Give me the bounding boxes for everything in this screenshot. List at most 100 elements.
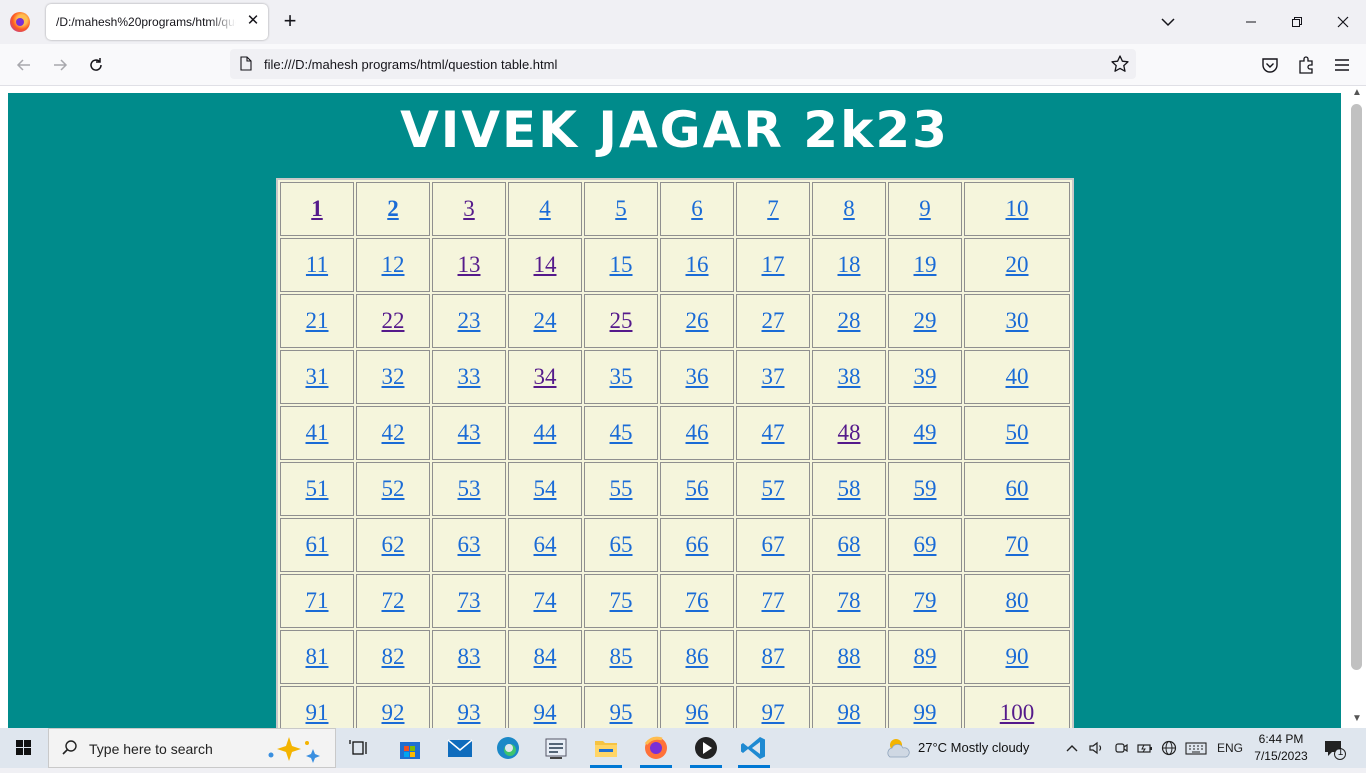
- scroll-up-icon[interactable]: ▲: [1348, 86, 1366, 100]
- question-link-97[interactable]: 97: [762, 700, 785, 725]
- language-indicator[interactable]: ENG: [1214, 738, 1246, 758]
- question-link-12[interactable]: 12: [382, 252, 405, 277]
- question-link-46[interactable]: 46: [686, 420, 709, 445]
- question-link-98[interactable]: 98: [838, 700, 861, 725]
- question-link-34[interactable]: 34: [534, 364, 557, 389]
- question-link-82[interactable]: 82: [382, 644, 405, 669]
- battery-charging-icon[interactable]: [1136, 738, 1154, 758]
- question-link-54[interactable]: 54: [534, 476, 557, 501]
- mail-button[interactable]: [436, 728, 484, 768]
- minimize-button[interactable]: [1239, 10, 1263, 34]
- close-window-button[interactable]: [1331, 10, 1355, 34]
- question-link-55[interactable]: 55: [610, 476, 633, 501]
- question-link-92[interactable]: 92: [382, 700, 405, 725]
- new-tab-button[interactable]: +: [278, 10, 302, 34]
- question-link-51[interactable]: 51: [306, 476, 329, 501]
- chevron-down-icon[interactable]: [1158, 12, 1178, 32]
- question-link-1[interactable]: 1: [311, 196, 323, 221]
- question-link-30[interactable]: 30: [1006, 308, 1029, 333]
- question-link-3[interactable]: 3: [463, 196, 475, 221]
- media-player-button[interactable]: [682, 728, 730, 768]
- question-link-64[interactable]: 64: [534, 532, 557, 557]
- question-link-47[interactable]: 47: [762, 420, 785, 445]
- question-link-65[interactable]: 65: [610, 532, 633, 557]
- star-icon[interactable]: [1110, 54, 1130, 74]
- question-link-90[interactable]: 90: [1006, 644, 1029, 669]
- question-link-17[interactable]: 17: [762, 252, 785, 277]
- question-link-81[interactable]: 81: [306, 644, 329, 669]
- question-link-36[interactable]: 36: [686, 364, 709, 389]
- question-link-88[interactable]: 88: [838, 644, 861, 669]
- reload-button[interactable]: [84, 53, 108, 77]
- question-link-42[interactable]: 42: [382, 420, 405, 445]
- question-link-16[interactable]: 16: [686, 252, 709, 277]
- search-highlight-sparkle-icon[interactable]: [263, 735, 327, 763]
- question-link-23[interactable]: 23: [458, 308, 481, 333]
- question-link-96[interactable]: 96: [686, 700, 709, 725]
- question-link-9[interactable]: 9: [919, 196, 931, 221]
- vertical-scrollbar[interactable]: ▲ ▼: [1348, 86, 1366, 728]
- question-link-8[interactable]: 8: [843, 196, 855, 221]
- active-tab[interactable]: /D:/mahesh%20programs/html/question tabl…: [46, 4, 268, 40]
- question-link-31[interactable]: 31: [306, 364, 329, 389]
- question-link-63[interactable]: 63: [458, 532, 481, 557]
- question-link-93[interactable]: 93: [458, 700, 481, 725]
- question-link-83[interactable]: 83: [458, 644, 481, 669]
- question-link-56[interactable]: 56: [686, 476, 709, 501]
- scroll-down-icon[interactable]: ▼: [1348, 712, 1366, 726]
- question-link-86[interactable]: 86: [686, 644, 709, 669]
- chevron-up-icon[interactable]: [1064, 738, 1080, 758]
- question-link-15[interactable]: 15: [610, 252, 633, 277]
- question-link-10[interactable]: 10: [1006, 196, 1029, 221]
- question-link-32[interactable]: 32: [382, 364, 405, 389]
- forward-button[interactable]: [48, 53, 72, 77]
- question-link-2[interactable]: 2: [387, 196, 399, 221]
- question-link-75[interactable]: 75: [610, 588, 633, 613]
- question-link-20[interactable]: 20: [1006, 252, 1029, 277]
- close-tab-icon[interactable]: ✕: [244, 12, 262, 30]
- question-link-39[interactable]: 39: [914, 364, 937, 389]
- question-link-78[interactable]: 78: [838, 588, 861, 613]
- question-link-37[interactable]: 37: [762, 364, 785, 389]
- question-link-99[interactable]: 99: [914, 700, 937, 725]
- meet-now-icon[interactable]: [1112, 738, 1130, 758]
- question-link-71[interactable]: 71: [306, 588, 329, 613]
- windows-start-icon[interactable]: [0, 728, 48, 768]
- url-bar[interactable]: file:///D:/mahesh programs/html/question…: [230, 49, 1136, 79]
- question-link-72[interactable]: 72: [382, 588, 405, 613]
- scroll-thumb[interactable]: [1351, 104, 1362, 670]
- question-link-61[interactable]: 61: [306, 532, 329, 557]
- question-link-18[interactable]: 18: [838, 252, 861, 277]
- question-link-26[interactable]: 26: [686, 308, 709, 333]
- question-link-27[interactable]: 27: [762, 308, 785, 333]
- question-link-40[interactable]: 40: [1006, 364, 1029, 389]
- question-link-84[interactable]: 84: [534, 644, 557, 669]
- question-link-21[interactable]: 21: [306, 308, 329, 333]
- extensions-icon[interactable]: [1295, 54, 1317, 76]
- question-link-13[interactable]: 13: [458, 252, 481, 277]
- question-link-74[interactable]: 74: [534, 588, 557, 613]
- question-link-22[interactable]: 22: [382, 308, 405, 333]
- vscode-button[interactable]: [730, 728, 778, 768]
- restore-button[interactable]: [1285, 10, 1309, 34]
- question-link-14[interactable]: 14: [534, 252, 557, 277]
- question-link-6[interactable]: 6: [691, 196, 703, 221]
- question-link-91[interactable]: 91: [306, 700, 329, 725]
- question-link-77[interactable]: 77: [762, 588, 785, 613]
- question-link-87[interactable]: 87: [762, 644, 785, 669]
- question-link-94[interactable]: 94: [534, 700, 557, 725]
- question-link-52[interactable]: 52: [382, 476, 405, 501]
- question-link-45[interactable]: 45: [610, 420, 633, 445]
- question-link-68[interactable]: 68: [838, 532, 861, 557]
- question-link-95[interactable]: 95: [610, 700, 633, 725]
- speaker-icon[interactable]: [1087, 738, 1105, 758]
- globe-network-icon[interactable]: [1160, 738, 1178, 758]
- task-view-button[interactable]: [336, 728, 384, 768]
- question-link-33[interactable]: 33: [458, 364, 481, 389]
- store-button[interactable]: [386, 728, 434, 768]
- question-link-41[interactable]: 41: [306, 420, 329, 445]
- keyboard-icon[interactable]: [1184, 738, 1208, 758]
- question-link-25[interactable]: 25: [610, 308, 633, 333]
- question-link-7[interactable]: 7: [767, 196, 779, 221]
- clock[interactable]: 6:44 PM 7/15/2023: [1250, 731, 1312, 765]
